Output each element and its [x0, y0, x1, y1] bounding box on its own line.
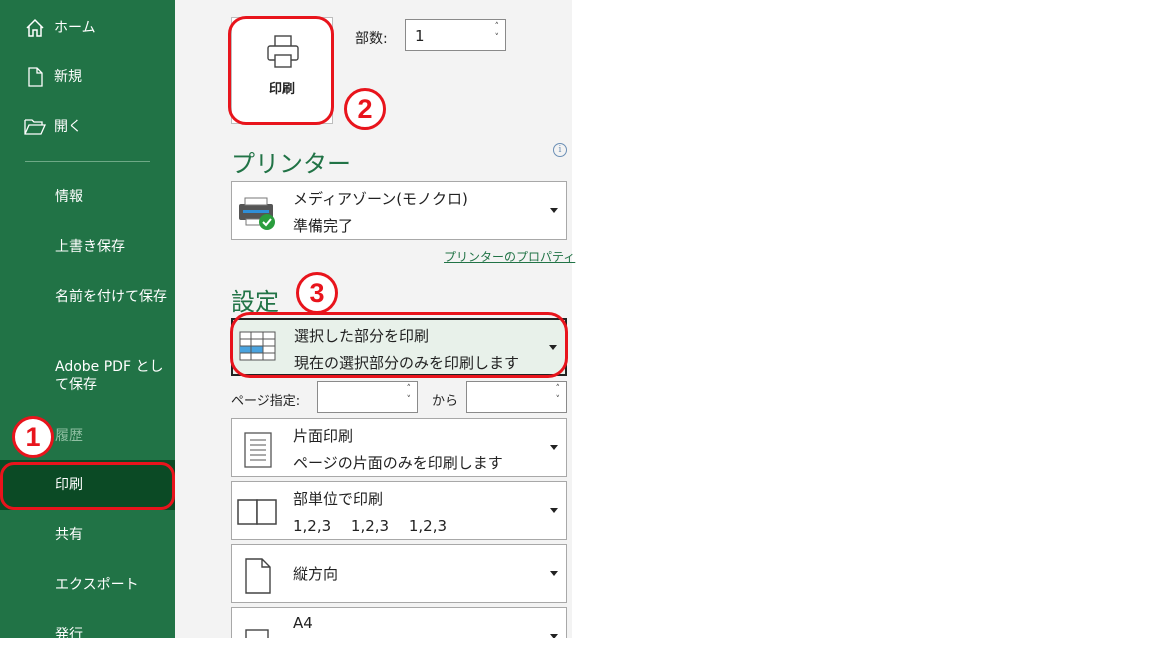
annotation-badge-3: 3 — [296, 272, 338, 314]
sidebar-divider — [25, 161, 150, 162]
one-sided-page-icon — [244, 432, 272, 468]
chevron-down-icon — [550, 445, 558, 450]
print-selection-icon — [239, 331, 276, 361]
spinner-arrows-icon[interactable]: ˄ ˅ — [495, 22, 500, 44]
paper-size-icon — [245, 629, 269, 638]
annotation-badge-1: 1 — [12, 416, 54, 458]
nav-save-as-pdf[interactable]: Adobe PDF として保存 — [55, 358, 170, 394]
print-what-subtitle: 現在の選択部分のみを印刷します — [294, 354, 520, 372]
nav-print[interactable]: 印刷 — [55, 476, 170, 494]
print-button[interactable]: 印刷 — [231, 17, 333, 124]
collated-icon — [237, 499, 277, 525]
copies-spinner[interactable]: 1 ˄ ˅ — [405, 19, 506, 51]
collation-subtitle: 1,2,3 1,2,3 1,2,3 — [293, 517, 448, 535]
print-button-label: 印刷 — [268, 82, 295, 97]
nav-share[interactable]: 共有 — [55, 526, 170, 544]
printer-name: メディアゾーン(モノクロ) — [293, 190, 468, 208]
printer-ready-icon — [239, 197, 275, 230]
collation-dropdown[interactable]: 部単位で印刷 1,2,3 1,2,3 1,2,3 — [231, 481, 567, 540]
orientation-dropdown[interactable]: 縦方向 — [231, 544, 567, 603]
folder-open-icon — [24, 116, 46, 138]
chevron-down-icon — [550, 571, 558, 576]
printer-properties-link[interactable]: プリンターのプロパティ — [444, 248, 575, 265]
print-what-dropdown[interactable]: 選択した部分を印刷 現在の選択部分のみを印刷します — [231, 318, 567, 376]
nav-save[interactable]: 上書き保存 — [55, 238, 170, 256]
spinner-arrows-icon[interactable]: ˄ ˅ — [556, 384, 561, 406]
sides-title: 片面印刷 — [293, 427, 354, 445]
spinner-arrows-icon[interactable]: ˄ ˅ — [407, 384, 412, 406]
nav-save-as[interactable]: 名前を付けて保存 — [55, 288, 170, 306]
pages-from-spinner[interactable]: ˄ ˅ — [317, 381, 418, 413]
nav-open-label: 開く — [54, 119, 82, 135]
printer-section-title: プリンター — [231, 150, 351, 178]
nav-open[interactable]: 開く — [0, 116, 175, 138]
chevron-down-icon — [549, 345, 557, 350]
home-icon — [24, 17, 46, 39]
collation-title: 部単位で印刷 — [293, 490, 384, 508]
nav-export[interactable]: エクスポート — [55, 576, 170, 594]
annotation-badge-2: 2 — [344, 88, 386, 130]
printer-dropdown[interactable]: メディアゾーン(モノクロ) 準備完了 — [231, 181, 567, 240]
sides-dropdown[interactable]: 片面印刷 ページの片面のみを印刷します — [231, 418, 567, 477]
nav-home-label: ホーム — [54, 20, 96, 36]
settings-section-title: 設定 — [231, 288, 279, 316]
pages-label: ページ指定: — [231, 394, 301, 409]
printer-icon — [267, 35, 299, 68]
orientation-title: 縦方向 — [293, 565, 339, 583]
pages-to-spinner[interactable]: ˄ ˅ — [466, 381, 567, 413]
pages-to-label: から — [432, 394, 459, 409]
nav-history[interactable]: 履歴 — [55, 427, 170, 445]
chevron-down-icon — [550, 634, 558, 638]
sides-subtitle: ページの片面のみを印刷します — [293, 454, 503, 472]
paper-size-dropdown[interactable]: A4 — [231, 607, 567, 638]
nav-info[interactable]: 情報 — [55, 188, 170, 206]
info-icon[interactable]: i — [553, 143, 567, 157]
print-what-title: 選択した部分を印刷 — [294, 327, 430, 345]
nav-publish[interactable]: 発行 — [55, 626, 170, 644]
portrait-page-icon — [245, 558, 271, 594]
chevron-down-icon — [550, 508, 558, 513]
backstage-sidebar: ホーム 新規 開く 情報 上書き保存 名前を付けて保存 Adobe PDF とし… — [0, 0, 175, 643]
copies-label: 部数: — [355, 31, 388, 47]
nav-home[interactable]: ホーム — [0, 17, 175, 39]
nav-new[interactable]: 新規 — [0, 66, 175, 88]
printer-status: 準備完了 — [293, 217, 354, 235]
nav-new-label: 新規 — [54, 69, 82, 85]
paper-size-title: A4 — [293, 614, 313, 632]
copies-value: 1 — [415, 27, 425, 45]
chevron-down-icon — [550, 208, 558, 213]
new-document-icon — [24, 66, 46, 88]
